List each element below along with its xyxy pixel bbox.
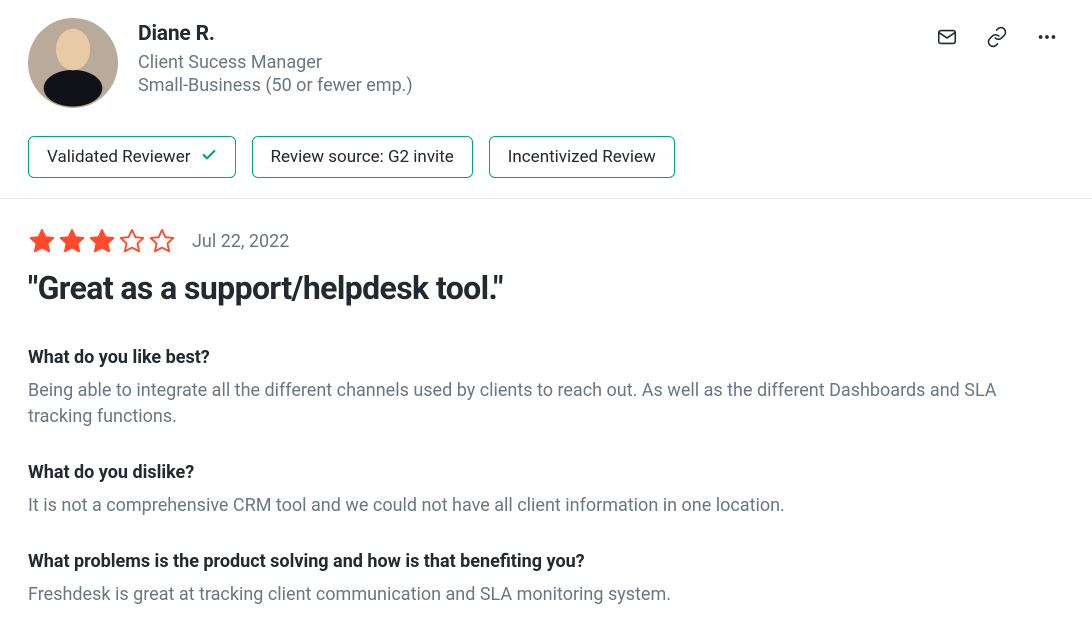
star-empty-icon bbox=[148, 227, 176, 255]
reviewer-title: Client Sucess Manager bbox=[138, 52, 413, 73]
email-icon[interactable] bbox=[934, 24, 960, 50]
reviewer-meta: Diane R. Client Sucess Manager Small-Bus… bbox=[138, 18, 413, 96]
star-filled-icon bbox=[58, 227, 86, 255]
review-badges: Validated Reviewer Review source: G2 inv… bbox=[28, 136, 1064, 178]
reviewer-block: Diane R. Client Sucess Manager Small-Bus… bbox=[28, 18, 413, 108]
review-header: Diane R. Client Sucess Manager Small-Bus… bbox=[28, 18, 1064, 108]
badge-source[interactable]: Review source: G2 invite bbox=[252, 136, 473, 178]
badge-label: Validated Reviewer bbox=[47, 149, 191, 166]
review-date: Jul 22, 2022 bbox=[192, 231, 289, 252]
badge-validated[interactable]: Validated Reviewer bbox=[28, 136, 236, 178]
avatar-image bbox=[28, 18, 118, 108]
review-qa: What do you like best? Being able to inte… bbox=[28, 347, 1064, 608]
review-actions bbox=[934, 18, 1064, 50]
qa-answer: Being able to integrate all the differen… bbox=[28, 378, 1064, 430]
qa-question: What do you like best? bbox=[28, 347, 1064, 368]
qa-question: What problems is the product solving and… bbox=[28, 551, 1064, 572]
star-rating bbox=[28, 227, 176, 255]
qa-answer: It is not a comprehensive CRM tool and w… bbox=[28, 493, 1064, 519]
star-filled-icon bbox=[88, 227, 116, 255]
avatar[interactable] bbox=[28, 18, 118, 108]
review-body: Jul 22, 2022 "Great as a support/helpdes… bbox=[28, 199, 1064, 608]
star-empty-icon bbox=[118, 227, 146, 255]
badge-incentivized[interactable]: Incentivized Review bbox=[489, 136, 675, 178]
checkmark-icon bbox=[201, 147, 217, 167]
qa-answer: Freshdesk is great at tracking client co… bbox=[28, 582, 1064, 608]
rating-row: Jul 22, 2022 bbox=[28, 227, 1064, 255]
reviewer-company-size: Small-Business (50 or fewer emp.) bbox=[138, 75, 413, 96]
reviewer-name[interactable]: Diane R. bbox=[138, 22, 413, 46]
badge-label: Incentivized Review bbox=[508, 149, 656, 166]
badge-label: Review source: G2 invite bbox=[271, 149, 454, 166]
link-icon[interactable] bbox=[984, 24, 1010, 50]
more-icon[interactable] bbox=[1034, 24, 1060, 50]
star-filled-icon bbox=[28, 227, 56, 255]
qa-block: What do you dislike? It is not a comprehe… bbox=[28, 462, 1064, 519]
review-title: "Great as a support/helpdesk tool." bbox=[28, 269, 1064, 307]
qa-block: What do you like best? Being able to inte… bbox=[28, 347, 1064, 430]
qa-question: What do you dislike? bbox=[28, 462, 1064, 483]
qa-block: What problems is the product solving and… bbox=[28, 551, 1064, 608]
